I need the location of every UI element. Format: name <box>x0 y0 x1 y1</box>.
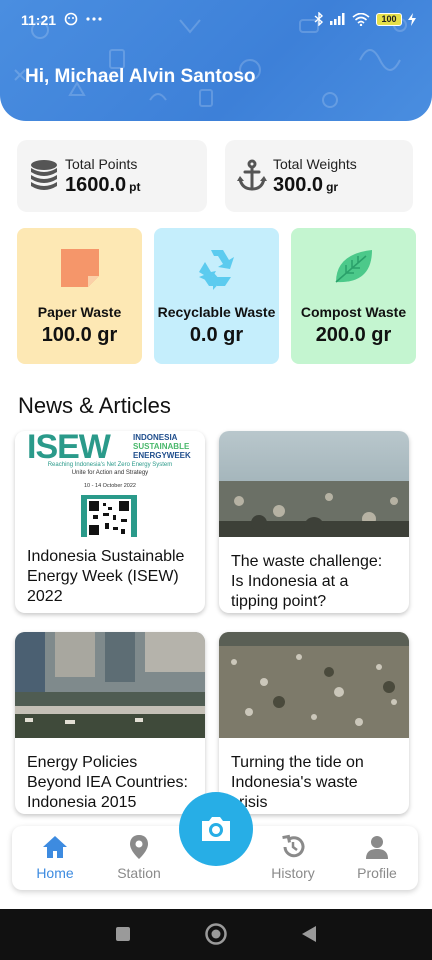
news-section-title: News & Articles <box>18 393 171 418</box>
news-title: Energy Policies Beyond IEA Countries: In… <box>27 754 188 811</box>
compost-waste-card[interactable]: Compost Waste 200.0 gr <box>291 228 416 364</box>
recyclable-waste-label: Recyclable Waste <box>157 304 276 320</box>
signal-icon <box>330 13 345 25</box>
charging-bolt-icon <box>408 12 416 26</box>
history-icon <box>282 834 305 858</box>
news-card[interactable]: Energy Policies Beyond IEA Countries: In… <box>15 632 205 814</box>
bluetooth-icon <box>314 12 324 26</box>
total-points-unit: pt <box>129 179 141 194</box>
news-card[interactable]: The waste challenge: Is Indonesia at a t… <box>219 431 409 613</box>
nav-home[interactable]: Home <box>20 834 90 881</box>
camera-button[interactable] <box>179 792 253 866</box>
total-weights-label: Total Weights <box>273 155 357 172</box>
total-weights-card: Total Weights 300.0 gr <box>225 140 413 212</box>
nav-home-label: Home <box>36 865 74 881</box>
battery-icon: 100 <box>376 12 402 26</box>
status-bar: 11:21 100 <box>0 0 432 40</box>
recyclable-waste-card[interactable]: Recyclable Waste 0.0 gr <box>154 228 279 364</box>
news-title: Indonesia Sustainable Energy Week (ISEW)… <box>27 548 185 605</box>
total-points-value: 1600.0 <box>65 173 127 196</box>
wifi-icon <box>352 12 370 26</box>
status-time: 11:21 <box>21 12 57 28</box>
total-weights-unit: gr <box>326 179 339 194</box>
news-title: Turning the tide on Indonesia's waste cr… <box>231 754 364 811</box>
app-header: 11:21 100 Hi, Michael Alvin Santoso <box>0 0 432 121</box>
recents-icon[interactable] <box>115 926 131 942</box>
news-title: The waste challenge: Is Indonesia at a t… <box>231 553 383 610</box>
nav-profile[interactable]: Profile <box>342 834 412 881</box>
city-aerial-photo <box>15 632 205 738</box>
paper-waste-label: Paper Waste <box>37 304 122 320</box>
total-weights-value: 300.0 <box>273 173 324 196</box>
camera-icon <box>202 817 230 841</box>
nav-station[interactable]: Station <box>104 834 174 881</box>
paper-icon <box>60 249 99 287</box>
notification-app-icon <box>64 12 78 26</box>
profile-icon <box>366 836 388 859</box>
total-points-card: Total Points 1600.0 pt <box>17 140 207 212</box>
recyclable-waste-value: 0.0 gr <box>189 324 244 346</box>
nav-station-label: Station <box>117 865 161 881</box>
anchor-icon <box>237 159 267 191</box>
news-card[interactable]: Turning the tide on Indonesia's waste cr… <box>219 632 409 814</box>
back-icon[interactable] <box>301 925 317 943</box>
paper-waste-card[interactable]: Paper Waste 100.0 gr <box>17 228 142 364</box>
home-icon <box>43 836 67 858</box>
trash-water-photo <box>219 632 409 738</box>
total-points-label: Total Points <box>65 155 138 172</box>
recycle-icon <box>198 250 234 290</box>
greeting-text: Hi, Michael Alvin Santoso <box>25 66 256 87</box>
waste-river-photo <box>219 431 409 537</box>
nav-profile-label: Profile <box>357 865 397 881</box>
home-circle-icon[interactable] <box>204 922 228 946</box>
nav-history-label: History <box>271 865 315 881</box>
coins-stack-icon <box>31 160 57 190</box>
compost-waste-label: Compost Waste <box>300 304 407 320</box>
location-pin-icon <box>130 835 148 859</box>
nav-history[interactable]: History <box>258 834 328 881</box>
qr-code-image <box>81 495 137 537</box>
compost-waste-value: 200.0 gr <box>315 324 392 346</box>
leaf-icon <box>335 250 372 283</box>
isew-poster-image: ISEW INDONESIA SUSTAINABLE ENERGYWEEK Re… <box>15 431 205 537</box>
system-navigation-bar <box>0 909 432 960</box>
news-card[interactable]: ISEW INDONESIA SUSTAINABLE ENERGYWEEK Re… <box>15 431 205 613</box>
paper-waste-value: 100.0 gr <box>41 324 118 346</box>
more-dots-icon <box>86 17 102 21</box>
